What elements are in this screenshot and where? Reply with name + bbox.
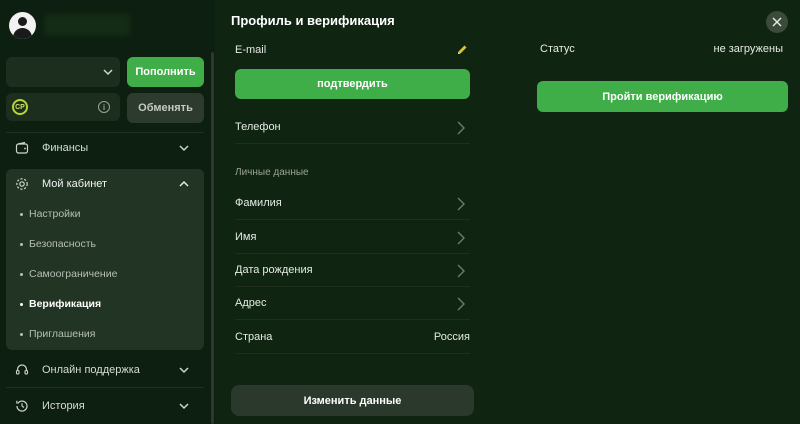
country-label: Страна (235, 331, 273, 343)
name-row[interactable]: Имя (235, 221, 470, 254)
status-label: Статус (540, 43, 575, 55)
divider (6, 387, 204, 388)
chevron-up-icon (179, 180, 189, 187)
confirm-email-button[interactable]: подтвердить (235, 69, 470, 99)
topup-button[interactable]: Пополнить (127, 57, 204, 87)
surname-label: Фамилия (235, 197, 282, 209)
cabinet-item-verification[interactable]: Верификация (6, 290, 204, 318)
cp-badge-icon: CP (12, 99, 28, 115)
email-label: E-mail (235, 44, 267, 56)
exchange-button[interactable]: Обменять (127, 93, 204, 123)
close-button[interactable] (766, 11, 788, 33)
nav-support-label: Онлайн поддержка (42, 364, 140, 376)
nav-cabinet-group: Мой кабинет Настройки Безопасность Самоо… (6, 169, 204, 350)
gear-icon (14, 176, 30, 192)
cabinet-item-security[interactable]: Безопасность (6, 230, 204, 258)
profile-panel: Профиль и верификация E-mail подтвердить… (215, 0, 800, 424)
nav-finance-label: Финансы (42, 142, 89, 154)
personal-data-heading: Личные данные (235, 167, 309, 178)
page-title: Профиль и верификация (231, 13, 395, 28)
cabinet-item-label: Настройки (29, 208, 81, 220)
bullet-icon (20, 302, 23, 306)
country-row: Страна Россия (235, 321, 470, 354)
chevron-down-icon (103, 69, 113, 76)
avatar-head (18, 17, 27, 26)
bonus-points-row: CP i (6, 93, 120, 121)
history-clock-icon (14, 398, 30, 414)
headset-icon (14, 362, 30, 378)
chevron-right-icon (457, 197, 465, 211)
nav-cabinet-label: Мой кабинет (42, 178, 108, 190)
nav-history[interactable]: История (6, 391, 204, 421)
phone-row[interactable]: Телефон (235, 111, 470, 144)
name-label: Имя (235, 231, 257, 243)
cabinet-item-settings[interactable]: Настройки (6, 200, 204, 228)
birthdate-row[interactable]: Дата рождения (235, 254, 470, 287)
bullet-icon (20, 242, 23, 246)
bullet-icon (20, 272, 23, 276)
status-value: не загружены (713, 43, 784, 55)
chevron-down-icon (179, 145, 189, 152)
info-icon[interactable]: i (98, 101, 110, 113)
cabinet-item-self-limit[interactable]: Самоограничение (6, 260, 204, 288)
avatar[interactable] (9, 12, 36, 39)
sidebar: Пополнить CP i Обменять Финансы Мой каби… (0, 0, 215, 424)
chevron-right-icon (457, 231, 465, 245)
cabinet-item-label: Самоограничение (29, 268, 118, 280)
cabinet-item-invites[interactable]: Приглашения (6, 320, 204, 348)
chevron-down-icon (179, 403, 189, 410)
cabinet-item-label: Приглашения (29, 328, 96, 340)
sidebar-scrollbar[interactable] (211, 52, 214, 424)
app-window: Пополнить CP i Обменять Финансы Мой каби… (0, 0, 800, 424)
chevron-right-icon (457, 121, 465, 135)
phone-label: Телефон (235, 121, 281, 133)
birthdate-label: Дата рождения (235, 264, 313, 276)
cabinet-item-label: Верификация (29, 298, 102, 310)
nav-support[interactable]: Онлайн поддержка (6, 355, 204, 385)
bullet-icon (20, 212, 23, 216)
address-row[interactable]: Адрес (235, 287, 470, 320)
avatar-body (13, 28, 32, 39)
edit-data-button[interactable]: Изменить данные (231, 385, 474, 416)
chevron-down-icon (179, 367, 189, 374)
close-icon (772, 17, 782, 27)
balance-select[interactable] (6, 57, 120, 87)
bullet-icon (20, 332, 23, 336)
cabinet-item-label: Безопасность (29, 238, 96, 250)
wallet-icon (14, 140, 30, 156)
nav-cabinet[interactable]: Мой кабинет (6, 169, 204, 199)
start-verification-button[interactable]: Пройти верификацию (537, 81, 788, 112)
chevron-right-icon (457, 297, 465, 311)
surname-row[interactable]: Фамилия (235, 187, 470, 220)
chevron-right-icon (457, 264, 465, 278)
address-label: Адрес (235, 297, 267, 309)
nav-history-label: История (42, 400, 85, 412)
pencil-icon[interactable] (456, 44, 468, 56)
nav-finance[interactable]: Финансы (6, 133, 204, 163)
country-value: Россия (433, 331, 470, 343)
username-hidden (44, 14, 130, 36)
